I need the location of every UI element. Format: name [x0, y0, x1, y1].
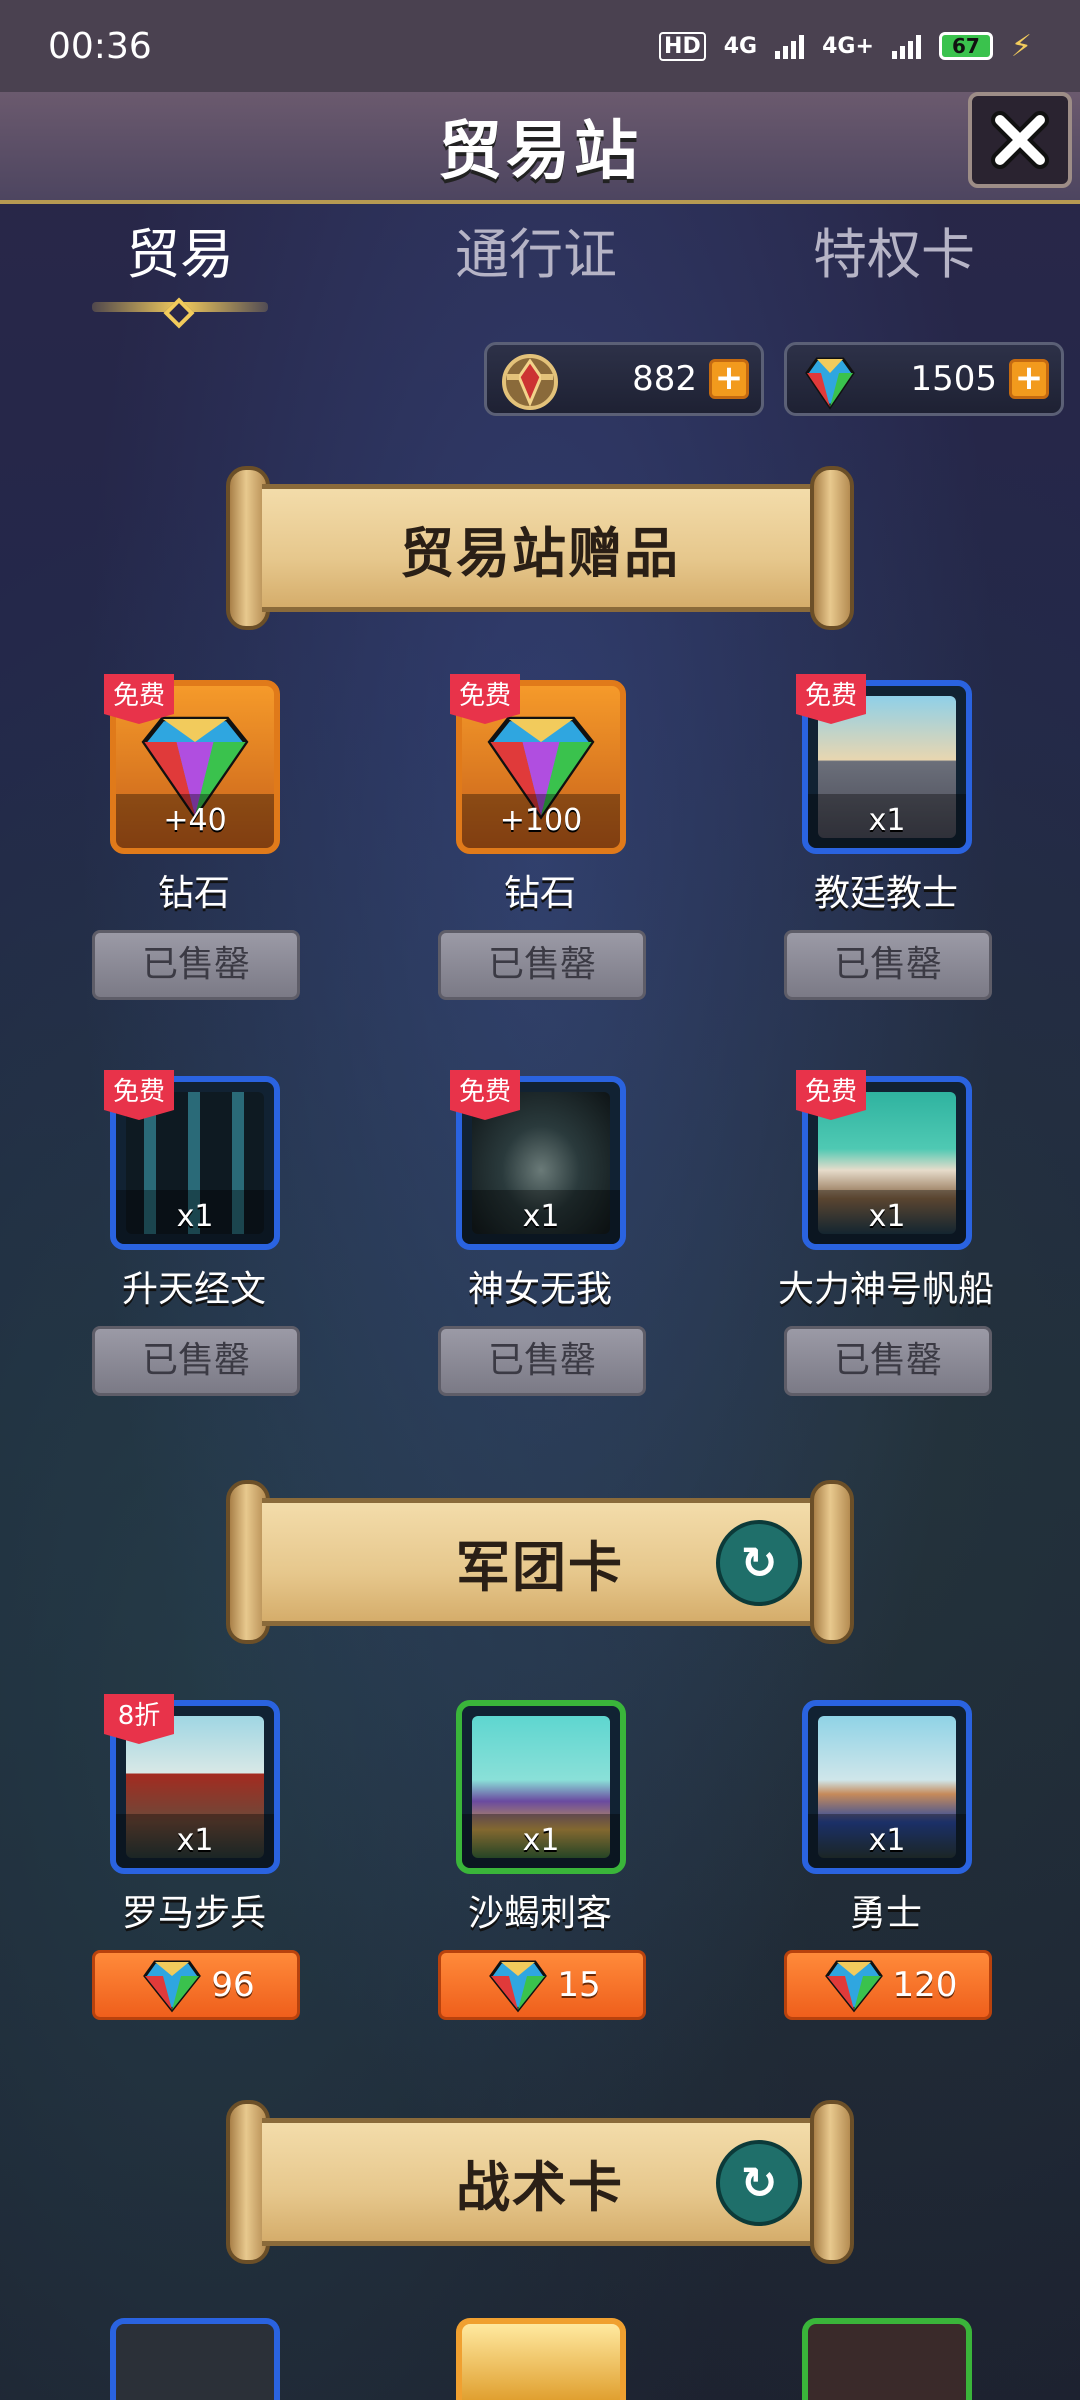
- network-label-a: 4G: [723, 33, 758, 59]
- item-name: 罗马步兵: [121, 1893, 266, 1934]
- signal-icon: [775, 33, 805, 59]
- hd-icon: HD: [659, 31, 706, 61]
- battery-icon: 67: [938, 32, 993, 60]
- price-value: 96: [211, 1965, 255, 2005]
- section-title-legion: 军团卡: [456, 1535, 624, 1599]
- item-count: +40: [116, 794, 274, 848]
- item-frame: x1: [802, 1700, 972, 1874]
- item-name: 升天经文: [121, 1269, 266, 1310]
- item-count: +100: [462, 794, 620, 848]
- status-icons: HD 4G 4G+ 67 ⚡: [659, 29, 1032, 64]
- item-count: x1: [808, 794, 966, 848]
- discount-badge: 8折: [104, 1694, 174, 1744]
- tactics-card-partial[interactable]: [802, 2318, 972, 2400]
- item-count: x1: [116, 1814, 274, 1868]
- buy-button[interactable]: 120: [784, 1950, 992, 2020]
- buy-button[interactable]: 96: [92, 1950, 300, 2020]
- buy-button[interactable]: 15: [438, 1950, 646, 2020]
- sold-out-button[interactable]: 已售罄: [438, 1326, 646, 1396]
- item-frame: x1: [456, 1700, 626, 1874]
- tab-privilege-card[interactable]: 特权卡: [764, 210, 1024, 289]
- price-value: 15: [557, 1965, 601, 2005]
- sold-out-button[interactable]: 已售罄: [438, 930, 646, 1000]
- free-badge: 免费: [450, 1070, 520, 1120]
- network-label-b: 4G+: [822, 33, 874, 59]
- refresh-icon: ↻: [740, 2157, 778, 2209]
- diamond-icon: [489, 1960, 548, 2013]
- item-name: 勇士: [849, 1893, 922, 1934]
- sold-out-button[interactable]: 已售罄: [784, 1326, 992, 1396]
- sold-out-button[interactable]: 已售罄: [784, 930, 992, 1000]
- free-badge: 免费: [796, 674, 866, 724]
- close-icon: [991, 111, 1049, 169]
- diamond-icon: [805, 357, 855, 410]
- section-banner-tactics: 战术卡 ↻: [226, 2100, 854, 2264]
- item-count: x1: [462, 1190, 620, 1244]
- price-value: 120: [892, 1965, 958, 2005]
- section-banner-legion: 军团卡 ↻: [226, 1480, 854, 1644]
- free-badge: 免费: [796, 1070, 866, 1120]
- title-bar: 贸易站: [0, 92, 1080, 204]
- crest-amount: 882: [632, 359, 697, 399]
- signal-icon-2: [891, 33, 921, 59]
- tactics-card-partial[interactable]: [456, 2318, 626, 2400]
- sold-out-button[interactable]: 已售罄: [92, 1326, 300, 1396]
- tab-pass[interactable]: 通行证: [406, 210, 666, 289]
- add-crest-button[interactable]: +: [709, 359, 749, 399]
- scroll-roll-right: [810, 1480, 854, 1644]
- status-bar: 00:36 HD 4G 4G+ 67 ⚡: [0, 0, 1080, 92]
- item-name: 沙蝎刺客: [467, 1893, 612, 1934]
- item-count: x1: [808, 1814, 966, 1868]
- item-count: x1: [462, 1814, 620, 1868]
- free-badge: 免费: [104, 674, 174, 724]
- page-title: 贸易站: [438, 115, 642, 189]
- scroll-roll-right: [810, 466, 854, 630]
- diamond-icon: [824, 1960, 883, 2013]
- item-count: x1: [116, 1190, 274, 1244]
- refresh-icon: ↻: [740, 1537, 778, 1589]
- section-title-gifts: 贸易站赠品: [400, 521, 680, 585]
- item-count: x1: [808, 1190, 966, 1244]
- crest-icon: [502, 354, 558, 410]
- refresh-button[interactable]: ↻: [716, 1520, 802, 1606]
- diamond-amount: 1505: [910, 359, 997, 399]
- item-name: 钻石: [157, 873, 230, 914]
- tab-trade[interactable]: 贸易: [50, 210, 310, 289]
- scroll-roll-right: [810, 2100, 854, 2264]
- item-name: 钻石: [503, 873, 576, 914]
- item-name: 大力神号帆船: [777, 1269, 994, 1310]
- status-time: 00:36: [48, 25, 152, 67]
- sold-out-button[interactable]: 已售罄: [92, 930, 300, 1000]
- tactics-card-partial[interactable]: [110, 2318, 280, 2400]
- currency-crest: 882 +: [484, 342, 764, 416]
- tab-bar: 贸易 通行证 特权卡: [0, 210, 1080, 329]
- free-badge: 免费: [450, 674, 520, 724]
- scroll-paper: 贸易站赠品: [262, 484, 818, 612]
- currency-diamond: 1505 +: [784, 342, 1064, 416]
- section-title-tactics: 战术卡: [456, 2155, 624, 2219]
- section-banner-gifts: 贸易站赠品: [226, 466, 854, 630]
- add-diamond-button[interactable]: +: [1009, 359, 1049, 399]
- diamond-icon: [143, 1960, 202, 2013]
- close-button[interactable]: [968, 92, 1072, 188]
- free-badge: 免费: [104, 1070, 174, 1120]
- item-name: 神女无我: [467, 1269, 612, 1310]
- charging-icon: ⚡: [1010, 28, 1032, 64]
- item-name: 教廷教士: [813, 873, 958, 914]
- refresh-button[interactable]: ↻: [716, 2140, 802, 2226]
